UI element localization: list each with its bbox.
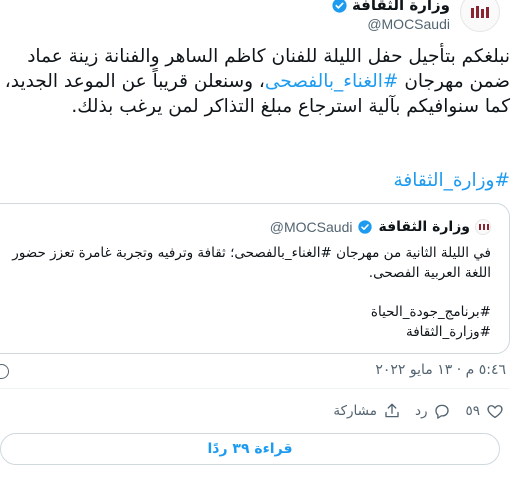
author-name[interactable]: وزارة الثقافة [352, 0, 450, 14]
author-avatar[interactable] [460, 0, 500, 32]
quoted-tweet-text: في الليلة الثانية من مهرجان #الغناء_بالف… [12, 245, 491, 281]
author-handle[interactable]: @MOCSaudi [331, 16, 450, 32]
author-block[interactable]: وزارة الثقافة @MOCSaudi [331, 0, 450, 32]
quoted-author-name: وزارة الثقافة [378, 219, 470, 235]
reply-bubble-icon [435, 404, 450, 419]
quoted-tweet-header: وزارة الثقافة @MOCSaudi [270, 219, 491, 235]
share-icon [385, 403, 399, 418]
reply-label: رد [414, 403, 428, 419]
share-button[interactable]: مشاركة [333, 402, 401, 420]
ministry-logo-icon [471, 6, 491, 20]
quoted-tweet-tags: #برنامج_جودة_الحياة #وزارة_الثقافة [371, 302, 491, 342]
like-button[interactable]: ٥٩ [465, 402, 504, 420]
hashtag-link[interactable]: #وزارة_الثقافة [393, 170, 510, 191]
share-label: مشاركة [333, 403, 377, 419]
verified-badge-icon [358, 220, 373, 234]
hashtag-link[interactable]: #الغناء_بالفصحى [265, 71, 399, 92]
read-replies-button[interactable]: قراءة ٣٩ ردًا [0, 433, 500, 465]
tweet-timestamp[interactable]: ٥:٤٦ م · ١٣ مايو ٢٠٢٢ [375, 362, 506, 378]
tweet-text: نبلغكم بتأجيل حفل الليلة للفنان كاظم الس… [4, 44, 510, 119]
verified-badge-icon [332, 0, 347, 13]
info-icon[interactable] [0, 364, 9, 379]
reply-button[interactable]: رد [415, 402, 452, 420]
quoted-hashtag: #وزارة_الثقافة [405, 324, 491, 340]
heart-icon [487, 405, 503, 419]
divider [0, 388, 510, 389]
tweet-actions: ٥٩ رد مشاركة [333, 402, 504, 420]
quoted-author-avatar [475, 219, 491, 235]
quoted-hashtag: #برنامج_جودة_الحياة [370, 304, 491, 320]
quoted-author-handle: @MOCSaudi [269, 219, 353, 235]
tweet-header: وزارة الثقافة @MOCSaudi [0, 0, 522, 36]
quoted-tweet[interactable]: وزارة الثقافة @MOCSaudi في الليلة الثاني… [0, 203, 510, 354]
like-count: ٥٩ [465, 403, 480, 419]
